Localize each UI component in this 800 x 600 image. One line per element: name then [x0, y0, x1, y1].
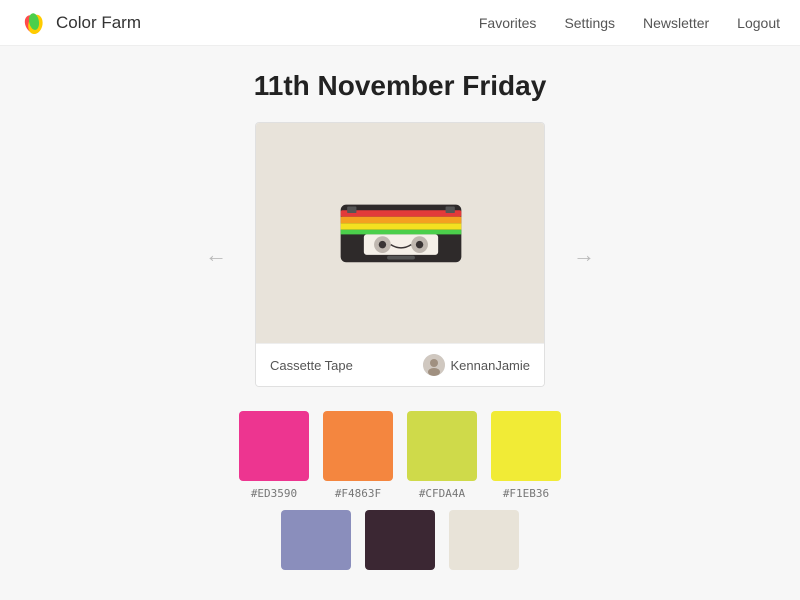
swatch2-color-0[interactable] — [281, 510, 351, 570]
swatch-label-1: #F4863F — [335, 487, 381, 500]
swatch2-color-1[interactable] — [365, 510, 435, 570]
page-title: 11th November Friday — [254, 70, 547, 102]
swatch-label-0: #ED3590 — [251, 487, 297, 500]
swatch-item-3[interactable]: #F1EB36 — [491, 411, 561, 500]
card-name: Cassette Tape — [270, 358, 353, 373]
swatch-color-0[interactable] — [239, 411, 309, 481]
nav-newsletter[interactable]: Newsletter — [643, 15, 709, 31]
swatch-item-0[interactable]: #ED3590 — [239, 411, 309, 500]
swatch-label-3: #F1EB36 — [503, 487, 549, 500]
logo: Color Farm — [20, 9, 141, 37]
swatch-item-2[interactable]: #CFDA4A — [407, 411, 477, 500]
swatch-color-2[interactable] — [407, 411, 477, 481]
avatar — [423, 354, 445, 376]
logo-text: Color Farm — [56, 13, 141, 33]
logo-icon — [20, 9, 48, 37]
next-button[interactable]: → — [565, 236, 603, 274]
palette-card: Cassette Tape KennanJamie — [255, 122, 545, 387]
nav-logout[interactable]: Logout — [737, 15, 780, 31]
card-image — [256, 123, 545, 343]
swatch-label-2: #CFDA4A — [419, 487, 465, 500]
swatches-row-1: #ED3590 #F4863F #CFDA4A #F1EB36 — [239, 411, 561, 500]
author-name: KennanJamie — [451, 358, 531, 373]
author-area: KennanJamie — [423, 354, 531, 376]
nav-settings[interactable]: Settings — [564, 15, 615, 31]
swatch-color-3[interactable] — [491, 411, 561, 481]
swatch-item-1[interactable]: #F4863F — [323, 411, 393, 500]
nav-favorites[interactable]: Favorites — [479, 15, 537, 31]
cassette-icon — [336, 193, 466, 273]
card-footer: Cassette Tape KennanJamie — [256, 343, 544, 386]
swatches-row-2 — [281, 510, 519, 570]
nav: Favorites Settings Newsletter Logout — [479, 15, 780, 31]
swatch2-color-2[interactable] — [449, 510, 519, 570]
card-area: ← — [197, 122, 603, 387]
swatch-color-1[interactable] — [323, 411, 393, 481]
prev-button[interactable]: ← — [197, 236, 235, 274]
